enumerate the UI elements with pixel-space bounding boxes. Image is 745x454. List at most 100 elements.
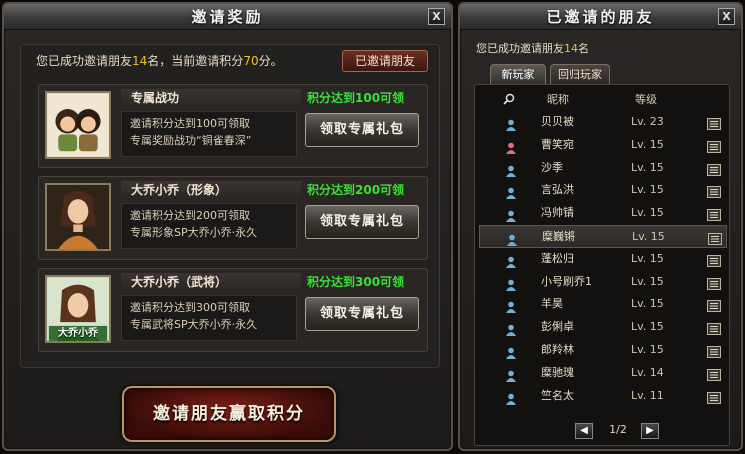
reward-name: 专属战功: [121, 89, 301, 107]
tab-returning-players[interactable]: 回归玩家: [550, 64, 610, 84]
memo-icon[interactable]: [707, 390, 721, 404]
friend-name: 言弘洪: [541, 183, 574, 197]
claim-reward-button[interactable]: 领取专属礼包: [305, 113, 419, 147]
friend-row[interactable]: 糜巍锵 Lv. 15: [479, 224, 727, 248]
reward-requirement: 积分达到200可领: [307, 183, 405, 197]
summary-text: 名: [578, 42, 589, 55]
summary-text: 您已成功邀请朋友: [36, 54, 133, 68]
memo-icon[interactable]: [707, 344, 721, 358]
memo-icon[interactable]: [707, 207, 721, 222]
person-icon: [505, 254, 517, 268]
memo-icon[interactable]: [707, 276, 721, 290]
person-icon: [506, 232, 518, 246]
column-header-name: 昵称: [547, 93, 569, 106]
friend-name: 糜巍锵: [542, 229, 575, 243]
portrait-tag: 大乔小乔: [58, 328, 98, 339]
summary-text: 您已成功邀请朋友: [476, 42, 564, 55]
friend-row[interactable]: 贝贝被 Lv. 23: [479, 111, 727, 134]
friend-row[interactable]: 蓬松归 Lv. 15: [479, 248, 727, 271]
reward-desc-line: 专属奖励战功“铜雀春深”: [130, 134, 252, 147]
memo-icon[interactable]: [707, 116, 721, 130]
friend-level: Lv. 15: [631, 297, 664, 311]
reward-portrait: [45, 91, 111, 159]
friend-row[interactable]: 冯帅锖 Lv. 15: [479, 202, 727, 225]
friend-row[interactable]: 曹笑宛 Lv. 15: [479, 134, 727, 157]
friend-name: 郎羚林: [541, 342, 574, 356]
friend-level: Lv. 23: [631, 115, 664, 128]
list-header: 昵称 等级: [475, 91, 729, 109]
friend-row[interactable]: 竺名太 Lv. 11: [479, 385, 727, 408]
memo-icon[interactable]: [707, 367, 721, 381]
reward-requirement: 积分达到100可领: [307, 91, 405, 105]
invite-friends-button[interactable]: 邀请朋友赢取积分: [122, 386, 336, 442]
friend-level: Lv. 15: [631, 251, 664, 265]
summary-text: 名，当前邀请积分: [147, 54, 244, 68]
reward-desc-line: 专属形象SP大乔小乔·永久: [130, 226, 258, 239]
person-icon: [505, 208, 517, 223]
memo-icon[interactable]: [707, 321, 721, 336]
friend-name: 贝贝被: [541, 115, 574, 128]
reward-name: 大乔小乔（形象）: [121, 181, 301, 199]
memo-icon[interactable]: [707, 162, 721, 176]
person-icon: [505, 345, 517, 359]
friend-row[interactable]: 沙季 Lv. 15: [479, 157, 727, 180]
reward-description: 邀请积分达到300可领取 专属武将SP大乔小乔·永久: [121, 295, 297, 341]
close-button[interactable]: X: [718, 8, 735, 25]
tab-new-players[interactable]: 新玩家: [490, 64, 546, 84]
friend-name: 小号刷乔1: [541, 274, 592, 288]
memo-icon[interactable]: [707, 139, 721, 153]
friend-level: Lv. 15: [631, 342, 664, 356]
memo-icon[interactable]: [707, 184, 721, 199]
invited-friends-button[interactable]: 已邀请朋友: [342, 50, 428, 72]
search-icon[interactable]: [503, 93, 515, 105]
invited-count: 14: [132, 54, 148, 68]
invite-rewards-panel: 邀请奖励 X 您已成功邀请朋友14名，当前邀请积分70分。 已邀请朋友 专属战功…: [2, 2, 453, 451]
person-icon: [505, 117, 517, 131]
friends-count: 14: [564, 42, 578, 55]
friend-name: 曹笑宛: [541, 137, 574, 151]
friend-row[interactable]: 彭俐卓 Lv. 15: [479, 316, 727, 339]
memo-icon[interactable]: [707, 298, 721, 313]
friend-row[interactable]: 糜驰瑰 Lv. 14: [479, 362, 727, 385]
reward-row: 大乔小乔（形象） 积分达到200可领 邀请积分达到200可领取 专属形象SP大乔…: [38, 176, 428, 260]
friend-row[interactable]: 郎羚林 Lv. 15: [479, 339, 727, 362]
memo-icon[interactable]: [708, 231, 722, 245]
friend-row[interactable]: 小号刷乔1 Lv. 15: [479, 271, 727, 294]
person-icon: [505, 163, 517, 177]
friend-name: 冯帅锖: [541, 206, 574, 220]
friends-summary: 您已成功邀请朋友14名: [476, 40, 589, 56]
next-page-button[interactable]: ▶: [641, 423, 659, 439]
memo-icon[interactable]: [707, 253, 721, 267]
reward-desc-line: 邀请积分达到100可领取: [130, 117, 250, 130]
friend-level: Lv. 11: [631, 388, 664, 402]
friend-rows: 贝贝被 Lv. 23 曹笑宛 Lv. 15 沙季 Lv. 15 言弘洪 Lv. 15 冯帅锖 Lv…: [479, 111, 727, 407]
friend-level: Lv. 15: [631, 320, 664, 334]
claim-reward-button[interactable]: 领取专属礼包: [305, 205, 419, 239]
friend-row[interactable]: 羊昊 Lv. 15: [479, 293, 727, 316]
friend-row[interactable]: 言弘洪 Lv. 15: [479, 179, 727, 202]
person-icon: [505, 185, 517, 200]
panel-title: 邀请奖励: [4, 4, 451, 30]
invite-summary: 您已成功邀请朋友14名，当前邀请积分70分。: [36, 52, 283, 69]
page-indicator: 1/2: [609, 423, 627, 436]
column-header-level: 等级: [635, 93, 657, 106]
friend-name: 蓬松归: [541, 251, 574, 265]
friend-level: Lv. 15: [631, 183, 664, 197]
friend-level: Lv. 15: [631, 274, 664, 288]
friend-level: Lv. 15: [631, 160, 664, 174]
reward-desc-line: 邀请积分达到200可领取: [130, 209, 250, 222]
friend-name: 沙季: [541, 160, 563, 174]
claim-reward-button[interactable]: 领取专属礼包: [305, 297, 419, 331]
person-icon: [505, 299, 517, 314]
person-icon: [505, 277, 517, 291]
panel-title: 已邀请的朋友: [460, 4, 741, 30]
friend-name: 羊昊: [541, 297, 563, 311]
prev-page-button[interactable]: ◀: [575, 423, 593, 439]
person-icon: [505, 391, 517, 405]
close-button[interactable]: X: [428, 8, 445, 25]
summary-text: 分。: [258, 54, 283, 68]
reward-row: 专属战功 积分达到100可领 邀请积分达到100可领取 专属奖励战功“铜雀春深”…: [38, 84, 428, 168]
reward-portrait: [45, 183, 111, 251]
friends-list: 昵称 等级 贝贝被 Lv. 23 曹笑宛 Lv. 15 沙季 Lv. 15 言弘洪 Lv. 1…: [474, 84, 730, 446]
reward-name: 大乔小乔（武将）: [121, 273, 301, 291]
